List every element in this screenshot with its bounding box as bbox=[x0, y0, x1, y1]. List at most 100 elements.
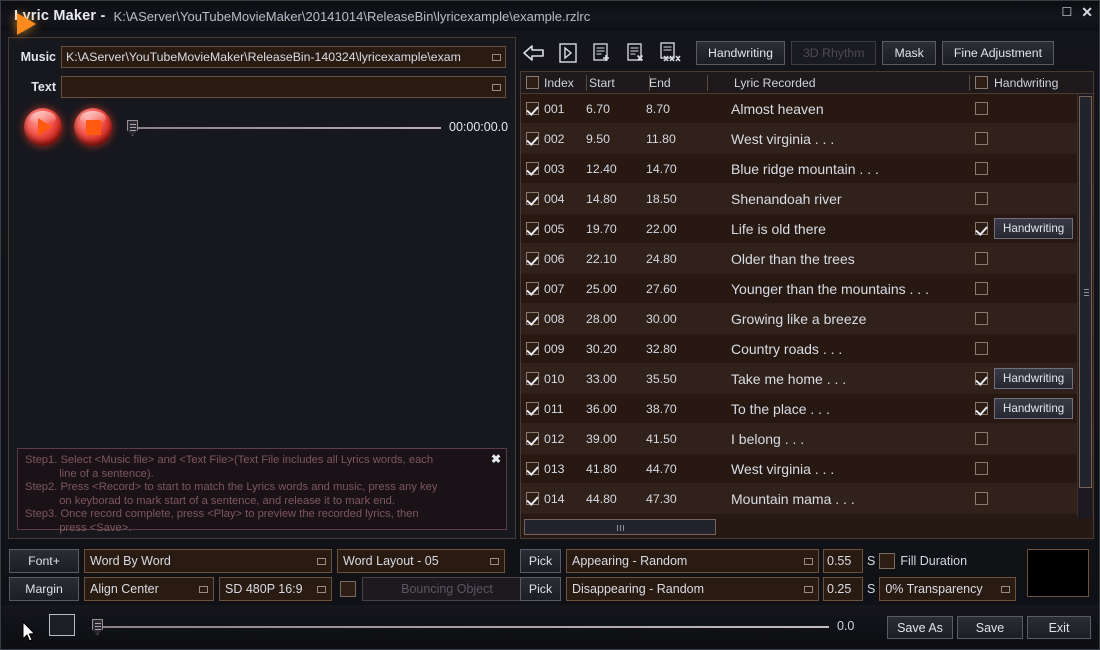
transparency-select[interactable]: 0% Transparency bbox=[879, 577, 1017, 601]
table-vertical-scrollbar[interactable] bbox=[1077, 94, 1092, 518]
document-delete-all-icon[interactable] bbox=[656, 40, 684, 66]
play-icon[interactable] bbox=[17, 13, 36, 35]
row-handwriting-checkbox[interactable] bbox=[975, 222, 988, 235]
row-select-checkbox[interactable] bbox=[526, 162, 539, 175]
appearing-effect-select[interactable]: Appearing - Random bbox=[566, 549, 819, 573]
fill-duration-checkbox[interactable] bbox=[879, 553, 896, 569]
handwriting-button[interactable]: Handwriting bbox=[696, 41, 785, 65]
row-select-checkbox[interactable] bbox=[526, 492, 539, 505]
bouncing-object-select[interactable]: Bouncing Object bbox=[362, 577, 532, 601]
restore-icon[interactable]: ☐ bbox=[1062, 6, 1073, 18]
row-select-checkbox[interactable] bbox=[526, 312, 539, 325]
table-row[interactable]: 012 39.00 41.50 I belong . . . bbox=[521, 424, 1093, 454]
table-row[interactable]: 005 19.70 22.00 Life is old there Handwritin… bbox=[521, 214, 1093, 244]
browse-icon[interactable] bbox=[492, 54, 501, 61]
play-icon[interactable] bbox=[24, 108, 62, 146]
back-arrow-icon[interactable] bbox=[520, 40, 548, 66]
margin-button[interactable]: Margin bbox=[9, 577, 79, 601]
table-row[interactable]: 003 12.40 14.70 Blue ridge mountain . . . bbox=[521, 154, 1093, 184]
row-handwriting-button[interactable]: Handwriting bbox=[994, 368, 1074, 389]
row-select-checkbox[interactable] bbox=[526, 402, 539, 415]
3d-rhythm-button[interactable]: 3D Rhythm bbox=[790, 41, 877, 65]
scrollbar-thumb[interactable] bbox=[524, 519, 716, 535]
row-select-checkbox[interactable] bbox=[526, 102, 539, 115]
word-layout-select[interactable]: Word Layout - 05 bbox=[337, 549, 505, 573]
row-handwriting-checkbox[interactable] bbox=[975, 102, 988, 115]
fine-adjustment-button[interactable]: Fine Adjustment bbox=[941, 41, 1055, 65]
exit-button[interactable]: Exit bbox=[1027, 616, 1091, 639]
font-plus-button[interactable]: Font+ bbox=[9, 549, 79, 573]
row-handwriting-checkbox[interactable] bbox=[975, 192, 988, 205]
table-row[interactable]: 007 25.00 27.60 Younger than the mountains … bbox=[521, 274, 1093, 304]
row-select-checkbox[interactable] bbox=[526, 372, 539, 385]
table-row[interactable]: 006 22.10 24.80 Older than the trees bbox=[521, 244, 1093, 274]
table-row[interactable]: 010 33.00 35.50 Take me home . . . Handwriti… bbox=[521, 364, 1093, 394]
play-in-frame-icon[interactable] bbox=[554, 40, 582, 66]
bouncing-object-checkbox[interactable] bbox=[340, 581, 356, 597]
select-all-checkbox[interactable] bbox=[526, 76, 539, 89]
row-handwriting-checkbox[interactable] bbox=[975, 492, 988, 505]
appearing-duration-input[interactable]: 0.55 bbox=[823, 549, 863, 573]
align-select[interactable]: Align Center bbox=[84, 577, 214, 601]
document-delete-icon[interactable] bbox=[622, 40, 650, 66]
table-row[interactable]: 011 36.00 38.70 To the place . . . Handwriti… bbox=[521, 394, 1093, 424]
chevron-down-icon[interactable] bbox=[804, 558, 813, 565]
chevron-down-icon[interactable] bbox=[804, 586, 813, 593]
disappearing-effect-select[interactable]: Disappearing - Random bbox=[566, 577, 819, 601]
table-row[interactable]: 002 9.50 11.80 West virginia . . . bbox=[521, 124, 1093, 154]
chevron-down-icon[interactable] bbox=[317, 558, 326, 565]
resolution-select[interactable]: SD 480P 16:9 bbox=[219, 577, 332, 601]
document-add-icon[interactable] bbox=[588, 40, 616, 66]
close-icon[interactable]: ✕ bbox=[1081, 5, 1093, 19]
row-select-checkbox[interactable] bbox=[526, 192, 539, 205]
table-row[interactable]: 008 28.00 30.00 Growing like a breeze bbox=[521, 304, 1093, 334]
table-row[interactable]: 004 14.80 18.50 Shenandoah river bbox=[521, 184, 1093, 214]
chevron-down-icon[interactable] bbox=[1001, 586, 1011, 593]
handwriting-all-checkbox[interactable] bbox=[975, 76, 988, 89]
save-button[interactable]: Save bbox=[957, 616, 1023, 639]
chevron-down-icon[interactable] bbox=[199, 586, 208, 593]
save-as-button[interactable]: Save As bbox=[887, 616, 953, 639]
scrollbar-thumb[interactable] bbox=[1079, 96, 1092, 488]
table-row[interactable]: 014 44.80 47.30 Mountain mama . . . bbox=[521, 484, 1093, 514]
row-handwriting-button[interactable]: Handwriting bbox=[994, 398, 1074, 419]
row-handwriting-checkbox[interactable] bbox=[975, 282, 988, 295]
timeline-slider[interactable] bbox=[86, 619, 831, 635]
row-handwriting-checkbox[interactable] bbox=[975, 132, 988, 145]
row-select-checkbox[interactable] bbox=[526, 342, 539, 355]
row-select-checkbox[interactable] bbox=[526, 462, 539, 475]
row-select-checkbox[interactable] bbox=[526, 282, 539, 295]
table-row[interactable]: 001 6.70 8.70 Almost heaven bbox=[521, 94, 1093, 124]
row-handwriting-checkbox[interactable] bbox=[975, 432, 988, 445]
row-handwriting-checkbox[interactable] bbox=[975, 312, 988, 325]
stop-icon[interactable] bbox=[74, 108, 112, 146]
row-handwriting-checkbox[interactable] bbox=[975, 342, 988, 355]
stop-icon[interactable] bbox=[49, 614, 75, 636]
pick-appearing-button[interactable]: Pick bbox=[520, 549, 561, 573]
row-handwriting-checkbox[interactable] bbox=[975, 402, 988, 415]
row-handwriting-button[interactable]: Handwriting bbox=[994, 218, 1074, 239]
seek-handle[interactable] bbox=[127, 120, 138, 136]
table-row[interactable]: 013 41.80 44.70 West virginia . . . bbox=[521, 454, 1093, 484]
timeline-handle[interactable] bbox=[92, 619, 103, 635]
row-handwriting-checkbox[interactable] bbox=[975, 252, 988, 265]
text-input[interactable] bbox=[61, 76, 506, 98]
row-handwriting-checkbox[interactable] bbox=[975, 372, 988, 385]
close-icon[interactable]: ✖ bbox=[491, 452, 501, 466]
chevron-down-icon[interactable] bbox=[317, 586, 326, 593]
chevron-down-icon[interactable] bbox=[490, 558, 499, 565]
word-mode-select[interactable]: Word By Word bbox=[84, 549, 332, 573]
preview-seek-slider[interactable] bbox=[121, 120, 441, 136]
table-horizontal-scrollbar[interactable] bbox=[522, 517, 1078, 537]
disappearing-duration-input[interactable]: 0.25 bbox=[823, 577, 863, 601]
row-handwriting-checkbox[interactable] bbox=[975, 162, 988, 175]
row-select-checkbox[interactable] bbox=[526, 132, 539, 145]
pick-disappearing-button[interactable]: Pick bbox=[520, 577, 561, 601]
browse-icon[interactable] bbox=[492, 84, 501, 91]
row-select-checkbox[interactable] bbox=[526, 222, 539, 235]
row-handwriting-checkbox[interactable] bbox=[975, 462, 988, 475]
mask-button[interactable]: Mask bbox=[882, 41, 936, 65]
music-input[interactable]: K:\AServer\YouTubeMovieMaker\ReleaseBin-… bbox=[61, 46, 506, 68]
row-select-checkbox[interactable] bbox=[526, 252, 539, 265]
table-row[interactable]: 009 30.20 32.80 Country roads . . . bbox=[521, 334, 1093, 364]
